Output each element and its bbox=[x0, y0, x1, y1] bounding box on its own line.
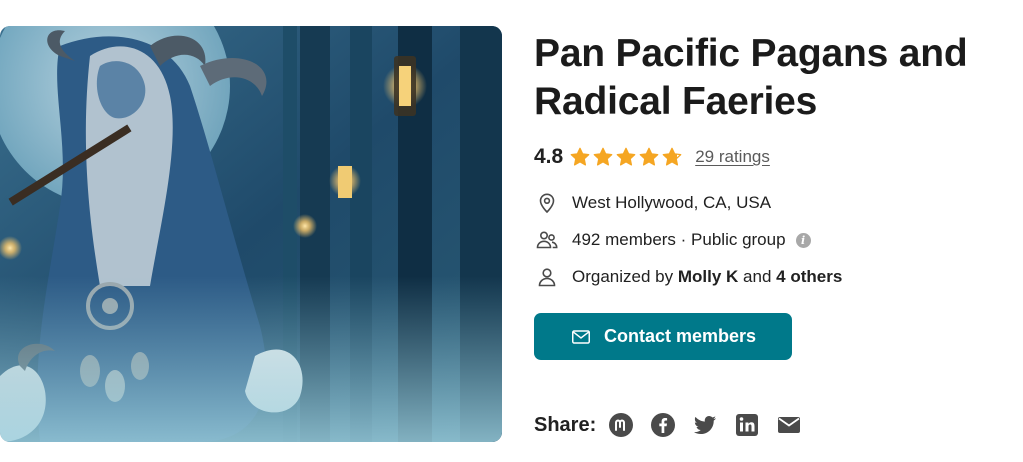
location-pin-icon bbox=[534, 190, 560, 216]
star-rating bbox=[569, 146, 683, 168]
contact-members-label: Contact members bbox=[603, 326, 757, 346]
members-icon bbox=[534, 227, 560, 253]
group-title: Pan Pacific Pagans and Radical Faeries bbox=[534, 32, 968, 123]
organized-and: and bbox=[743, 267, 772, 286]
rating-row: 4.8 29 ratings bbox=[534, 144, 770, 170]
group-photo-illustration bbox=[0, 26, 502, 442]
other-organizers[interactable]: 4 others bbox=[776, 267, 842, 287]
star-icon bbox=[569, 146, 591, 168]
group-info: Pan Pacific Pagans and Radical Faeries 4… bbox=[534, 30, 1014, 437]
organizer-name[interactable]: Molly K bbox=[678, 267, 738, 287]
twitter-icon[interactable] bbox=[692, 412, 718, 438]
linkedin-icon[interactable] bbox=[734, 412, 760, 438]
star-icon bbox=[592, 146, 614, 168]
envelope-icon bbox=[571, 329, 590, 344]
ratings-link[interactable]: 29 ratings bbox=[695, 147, 770, 167]
info-icon[interactable]: i bbox=[795, 232, 811, 248]
organizer-row: Organized by Molly K and 4 others bbox=[534, 264, 842, 290]
contact-members-button[interactable]: Contact members bbox=[534, 313, 792, 360]
meetup-icon[interactable] bbox=[608, 412, 634, 438]
share-row: Share: bbox=[534, 412, 818, 438]
organized-prefix: Organized by bbox=[572, 267, 674, 286]
members-row: 492 members · Public group i bbox=[534, 227, 811, 253]
star-icon bbox=[661, 146, 683, 168]
location-row: West Hollywood, CA, USA bbox=[534, 190, 771, 216]
rating-value: 4.8 bbox=[534, 145, 564, 168]
star-icon bbox=[615, 146, 637, 168]
person-icon bbox=[534, 264, 560, 290]
email-icon[interactable] bbox=[776, 412, 802, 438]
facebook-icon[interactable] bbox=[650, 412, 676, 438]
star-icon bbox=[638, 146, 660, 168]
members-text: 492 members · Public group bbox=[572, 230, 786, 249]
share-label: Share: bbox=[534, 413, 597, 436]
location-text: West Hollywood, CA, USA bbox=[572, 193, 772, 212]
group-photo bbox=[0, 26, 502, 442]
